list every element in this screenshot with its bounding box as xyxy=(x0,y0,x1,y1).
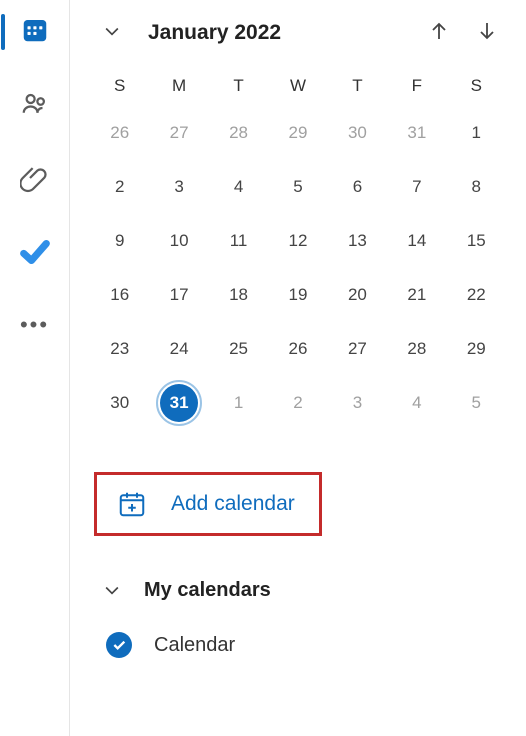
add-calendar-label: Add calendar xyxy=(171,492,295,516)
calendar-plus-icon xyxy=(117,489,147,519)
rail-todo-app[interactable] xyxy=(15,234,55,274)
dow-cell: S xyxy=(90,66,149,106)
week-row: 2345678 xyxy=(90,160,506,214)
arrow-up-icon xyxy=(427,19,451,48)
month-header: January 2022 xyxy=(90,18,506,48)
month-label: January 2022 xyxy=(142,21,408,45)
day-cell[interactable]: 3 xyxy=(149,160,208,214)
day-cell[interactable]: 30 xyxy=(90,376,149,430)
calendar-list: Calendar xyxy=(90,622,506,668)
calendar-item[interactable]: Calendar xyxy=(90,622,506,668)
week-row: 16171819202122 xyxy=(90,268,506,322)
calendar-panel: January 2022 SMTWTFS 2627282930311234567… xyxy=(70,0,526,736)
day-cell[interactable]: 4 xyxy=(209,160,268,214)
day-cell[interactable]: 2 xyxy=(90,160,149,214)
day-cell[interactable]: 2 xyxy=(268,376,327,430)
day-cell[interactable]: 13 xyxy=(328,214,387,268)
day-cell[interactable]: 28 xyxy=(387,322,446,376)
day-cell[interactable]: 28 xyxy=(209,106,268,160)
day-cell[interactable]: 29 xyxy=(447,322,506,376)
dow-cell: T xyxy=(328,66,387,106)
dow-cell: W xyxy=(268,66,327,106)
rail-calendar-app[interactable] xyxy=(15,12,55,52)
arrow-down-icon xyxy=(475,19,499,48)
dow-cell: F xyxy=(387,66,446,106)
day-cell[interactable]: 30 xyxy=(328,106,387,160)
my-calendars-title: My calendars xyxy=(144,579,271,602)
people-icon xyxy=(20,89,50,124)
week-row: 303112345 xyxy=(90,376,506,430)
day-cell[interactable]: 19 xyxy=(268,268,327,322)
next-month-button[interactable] xyxy=(472,18,502,48)
day-cell[interactable]: 6 xyxy=(328,160,387,214)
dow-cell: T xyxy=(209,66,268,106)
day-cell[interactable]: 23 xyxy=(90,322,149,376)
day-cell[interactable]: 5 xyxy=(268,160,327,214)
day-cell[interactable]: 27 xyxy=(328,322,387,376)
checkmark-icon xyxy=(18,235,52,274)
week-row: 23242526272829 xyxy=(90,322,506,376)
rail-files-app[interactable] xyxy=(15,160,55,200)
chevron-down-icon xyxy=(102,21,122,46)
week-row: 9101112131415 xyxy=(90,214,506,268)
day-cell[interactable]: 1 xyxy=(447,106,506,160)
calendar-icon xyxy=(20,15,50,50)
day-cell[interactable]: 31 xyxy=(149,376,208,430)
day-cell[interactable]: 21 xyxy=(387,268,446,322)
day-cell[interactable]: 20 xyxy=(328,268,387,322)
day-cell[interactable]: 14 xyxy=(387,214,446,268)
day-cell[interactable]: 24 xyxy=(149,322,208,376)
month-nav xyxy=(424,18,506,48)
month-expand-toggle[interactable] xyxy=(98,19,126,47)
day-cell[interactable]: 4 xyxy=(387,376,446,430)
day-cell[interactable]: 1 xyxy=(209,376,268,430)
day-cell[interactable]: 27 xyxy=(149,106,208,160)
dow-cell: M xyxy=(149,66,208,106)
day-cell[interactable]: 18 xyxy=(209,268,268,322)
calendar-name: Calendar xyxy=(154,634,235,657)
add-calendar-button[interactable]: Add calendar xyxy=(94,472,322,536)
dow-cell: S xyxy=(447,66,506,106)
day-cell[interactable]: 9 xyxy=(90,214,149,268)
day-cell[interactable]: 25 xyxy=(209,322,268,376)
calendar-checkbox[interactable] xyxy=(106,632,132,658)
day-of-week-row: SMTWTFS xyxy=(90,66,506,106)
day-cell[interactable]: 11 xyxy=(209,214,268,268)
day-cell[interactable]: 3 xyxy=(328,376,387,430)
day-cell[interactable]: 29 xyxy=(268,106,327,160)
day-cell[interactable]: 12 xyxy=(268,214,327,268)
rail-people-app[interactable] xyxy=(15,86,55,126)
app-rail: ••• xyxy=(0,0,70,736)
day-cell[interactable]: 8 xyxy=(447,160,506,214)
day-cell[interactable]: 5 xyxy=(447,376,506,430)
attachment-icon xyxy=(20,163,50,198)
day-cell[interactable]: 17 xyxy=(149,268,208,322)
day-cell[interactable]: 15 xyxy=(447,214,506,268)
calendar-grid: 2627282930311234567891011121314151617181… xyxy=(90,106,506,430)
prev-month-button[interactable] xyxy=(424,18,454,48)
day-cell[interactable]: 10 xyxy=(149,214,208,268)
day-cell[interactable]: 7 xyxy=(387,160,446,214)
day-cell[interactable]: 26 xyxy=(90,106,149,160)
rail-more-apps[interactable]: ••• xyxy=(20,308,49,338)
day-cell[interactable]: 31 xyxy=(387,106,446,160)
my-calendars-toggle[interactable]: My calendars xyxy=(90,570,506,622)
day-cell[interactable]: 26 xyxy=(268,322,327,376)
week-row: 2627282930311 xyxy=(90,106,506,160)
day-cell[interactable]: 16 xyxy=(90,268,149,322)
chevron-down-icon xyxy=(98,576,126,604)
day-cell[interactable]: 22 xyxy=(447,268,506,322)
